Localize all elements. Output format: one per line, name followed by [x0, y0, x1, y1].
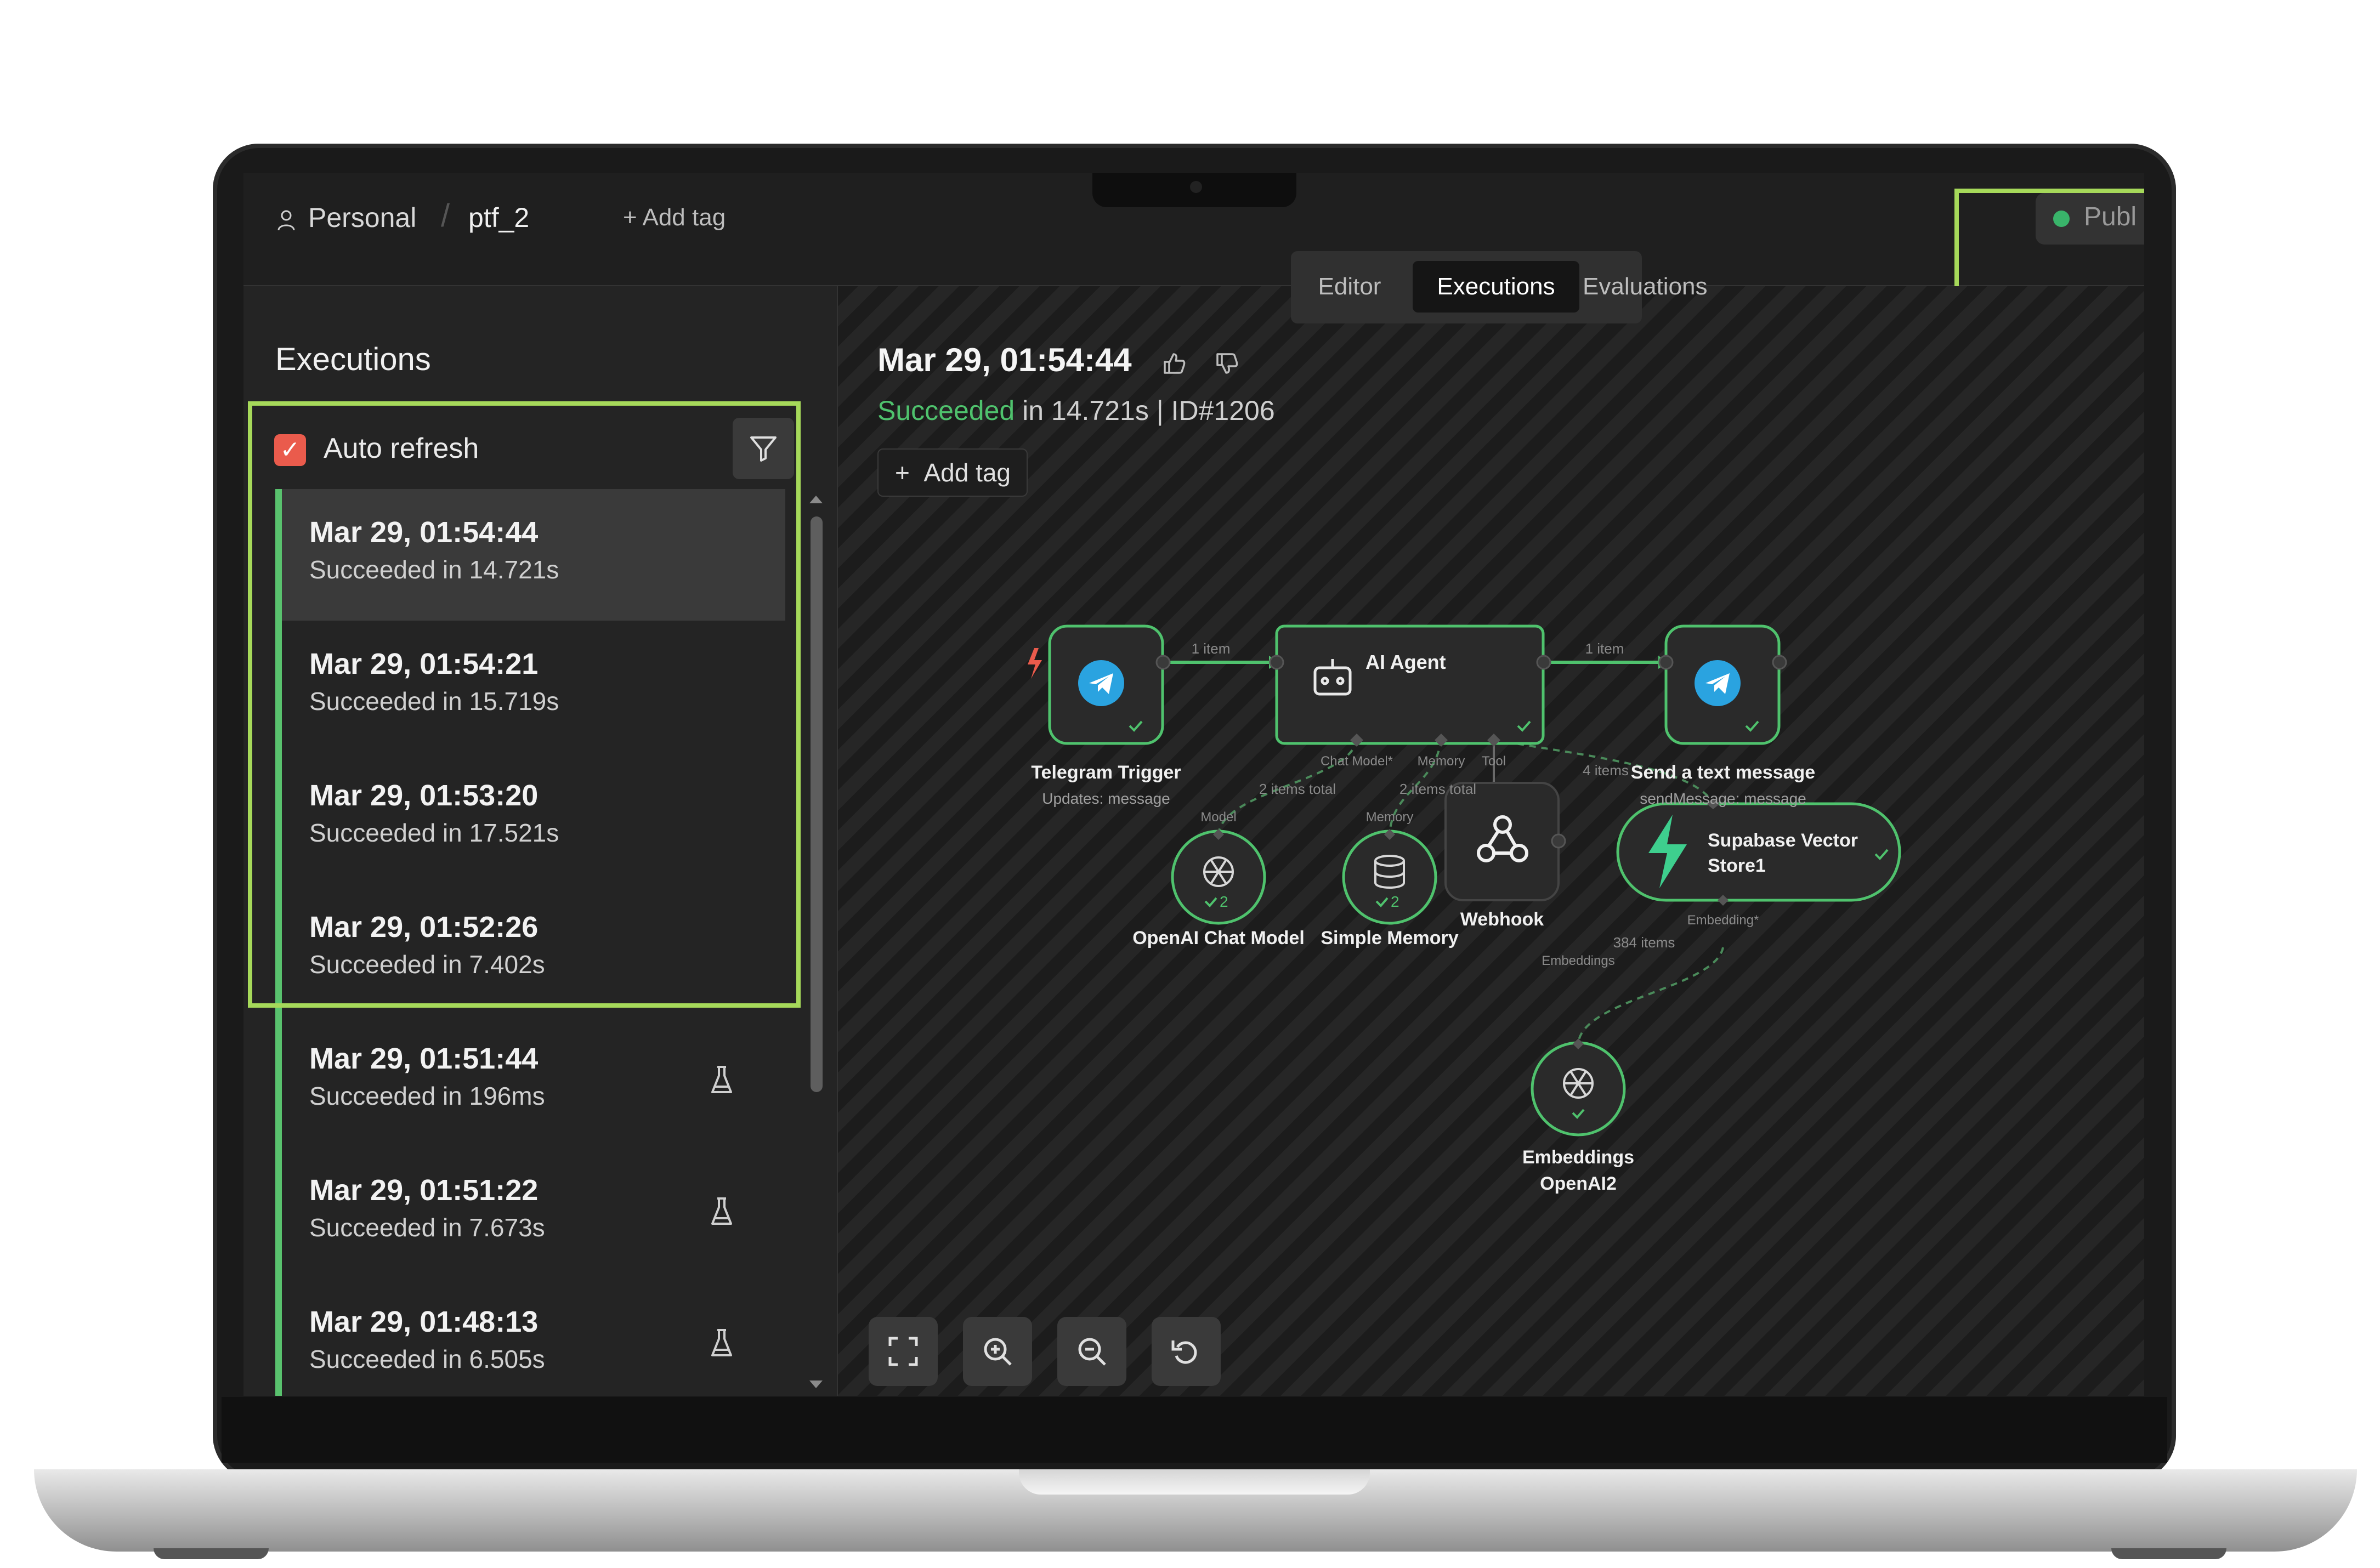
node-title: Telegram Trigger	[1031, 762, 1181, 783]
port[interactable]	[1551, 833, 1566, 849]
executions-sidebar: Executions ✓ Auto refresh Mar 29, 01:54:…	[243, 286, 838, 1396]
edge-label: 384 items	[1613, 934, 1675, 951]
port[interactable]	[1536, 655, 1551, 670]
node-count: 2	[1220, 893, 1228, 910]
execution-time: Mar 29, 01:51:44	[309, 1042, 539, 1075]
execution-status: Succeeded in 6.505s	[309, 1345, 545, 1373]
edge-label: Embeddings	[1542, 953, 1614, 968]
flask-icon	[711, 1197, 732, 1225]
execution-time: Mar 29, 01:48:13	[309, 1305, 539, 1338]
edge-label: 4 items	[1583, 762, 1629, 779]
tab-evaluations[interactable]: Evaluations	[1583, 261, 1707, 313]
breadcrumb-separator: /	[441, 198, 450, 234]
laptop-foot	[154, 1548, 269, 1559]
zoom-out-icon	[1078, 1338, 1106, 1366]
edge-label: 1 item	[1585, 640, 1624, 657]
app-screen: Personal / ptf_2 + Add tag Publ Editor E…	[243, 173, 2144, 1396]
breadcrumb-project[interactable]: Personal	[308, 202, 416, 234]
zoom-in-button[interactable]	[963, 1317, 1032, 1386]
execution-item[interactable]: Mar 29, 01:48:13 Succeeded in 6.505s	[275, 1279, 785, 1396]
add-tag-button[interactable]: + Add tag	[623, 204, 726, 231]
edge-label: Model	[1200, 810, 1236, 825]
ai-agent-node[interactable]	[1275, 624, 1545, 745]
fit-view-button[interactable]	[869, 1317, 938, 1386]
node-title: Send a text message	[1631, 762, 1815, 783]
port[interactable]	[1658, 655, 1674, 670]
highlight-box	[1954, 189, 2144, 294]
node-count: 2	[1391, 893, 1399, 910]
webhook-node[interactable]	[1444, 782, 1560, 901]
workflow-graph: Telegram Trigger Updates: message AI Age…	[1028, 624, 1901, 1194]
execution-status: Succeeded in 7.673s	[309, 1213, 545, 1242]
reset-icon	[1171, 1340, 1197, 1364]
embeddings-node[interactable]	[1531, 1041, 1626, 1137]
trigger-bolt-icon	[1028, 648, 1042, 679]
edge-label: 1 item	[1192, 640, 1231, 657]
node-title: Supabase Vector	[1708, 830, 1858, 851]
edge-label: Memory	[1418, 754, 1465, 769]
laptop-chin	[222, 1397, 2167, 1463]
scroll-down-icon[interactable]	[808, 1379, 824, 1390]
fit-view-icon	[888, 1337, 918, 1366]
zoom-out-button[interactable]	[1057, 1317, 1126, 1386]
tab-executions[interactable]: Executions	[1413, 261, 1579, 313]
scrollbar-thumb[interactable]	[811, 516, 823, 1092]
port[interactable]	[1269, 655, 1284, 670]
laptop-foot	[2111, 1548, 2226, 1559]
camera-dot	[1190, 181, 1202, 193]
edge-label: 2 items total	[1259, 781, 1336, 797]
tab-editor[interactable]: Editor	[1303, 261, 1396, 313]
person-icon	[277, 210, 295, 231]
edge-label: Chat Model*	[1321, 754, 1393, 769]
port[interactable]	[1155, 655, 1171, 670]
node-subtitle: Updates: message	[1042, 790, 1170, 807]
node-title: AI Agent	[1365, 651, 1446, 673]
flask-icon	[711, 1066, 732, 1093]
breadcrumb-workflow[interactable]: ptf_2	[468, 202, 529, 234]
view-tabs: Editor Executions Evaluations	[1291, 251, 1707, 323]
highlight-box	[248, 401, 801, 1008]
flask-icon	[711, 1329, 732, 1356]
edge-label: 2 items total	[1399, 781, 1476, 797]
edge-label: Tool	[1482, 754, 1506, 769]
camera-notch	[1092, 173, 1296, 207]
edge-label: Memory	[1366, 810, 1414, 825]
zoom-in-icon	[984, 1338, 1012, 1366]
workflow-canvas[interactable]: Mar 29, 01:54:44 Succeeded in 14.721s | …	[838, 286, 2144, 1396]
node-subtitle: sendMessage: message	[1640, 790, 1806, 807]
node-title: Webhook	[1460, 909, 1544, 930]
sidebar-title: Executions	[275, 342, 431, 377]
scroll-up-icon[interactable]	[808, 493, 824, 504]
node-title: Simple Memory	[1321, 928, 1458, 948]
edge-label: Embedding*	[1687, 913, 1759, 928]
openai-chat-node[interactable]	[1171, 830, 1266, 925]
execution-item[interactable]: Mar 29, 01:51:22 Succeeded in 7.673s	[275, 1147, 785, 1279]
node-title: Store1	[1708, 855, 1766, 876]
execution-item[interactable]: Mar 29, 01:51:44 Succeeded in 196ms	[275, 1015, 785, 1147]
node-title: Embeddings	[1522, 1147, 1634, 1168]
node-title: OpenAI2	[1540, 1173, 1617, 1194]
execution-status: Succeeded in 196ms	[309, 1082, 545, 1110]
reset-zoom-button[interactable]	[1152, 1317, 1221, 1386]
node-title: OpenAI Chat Model	[1132, 928, 1305, 948]
tab-evaluations-label: Evaluations	[1583, 273, 1708, 300]
laptop-lip	[1019, 1469, 1370, 1495]
execution-time: Mar 29, 01:51:22	[309, 1174, 539, 1207]
port[interactable]	[1772, 655, 1787, 670]
